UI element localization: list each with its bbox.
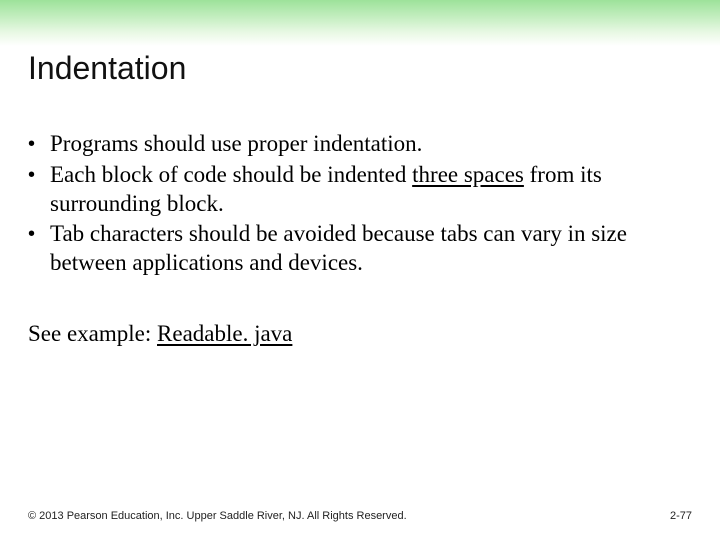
header-gradient (0, 0, 720, 46)
slide-title: Indentation (28, 50, 186, 87)
see-example-line: See example: Readable. java (28, 320, 668, 349)
bullet-text-pre: Each block of code should be indented (50, 162, 412, 187)
bullet-dot-icon: • (28, 220, 50, 248)
footer-copyright: © 2013 Pearson Education, Inc. Upper Sad… (28, 510, 407, 522)
bullet-item: • Each block of code should be indented … (28, 161, 668, 219)
bullet-item: • Programs should use proper indentation… (28, 130, 668, 159)
example-link[interactable]: Readable. java (157, 321, 292, 346)
bullet-text: Tab characters should be avoided because… (50, 220, 668, 278)
slide-body: • Programs should use proper indentation… (28, 130, 668, 349)
bullet-text: Each block of code should be indented th… (50, 161, 668, 219)
bullet-dot-icon: • (28, 130, 50, 158)
bullet-text-underlined: three spaces (412, 162, 524, 187)
bullet-text-pre: Tab characters should be avoided because… (50, 221, 627, 275)
bullet-text: Programs should use proper indentation. (50, 130, 668, 159)
see-example-label: See example: (28, 321, 157, 346)
bullet-dot-icon: • (28, 161, 50, 189)
bullet-item: • Tab characters should be avoided becau… (28, 220, 668, 278)
bullet-text-pre: Programs should use proper indentation. (50, 131, 422, 156)
page-number: 2-77 (670, 510, 692, 522)
